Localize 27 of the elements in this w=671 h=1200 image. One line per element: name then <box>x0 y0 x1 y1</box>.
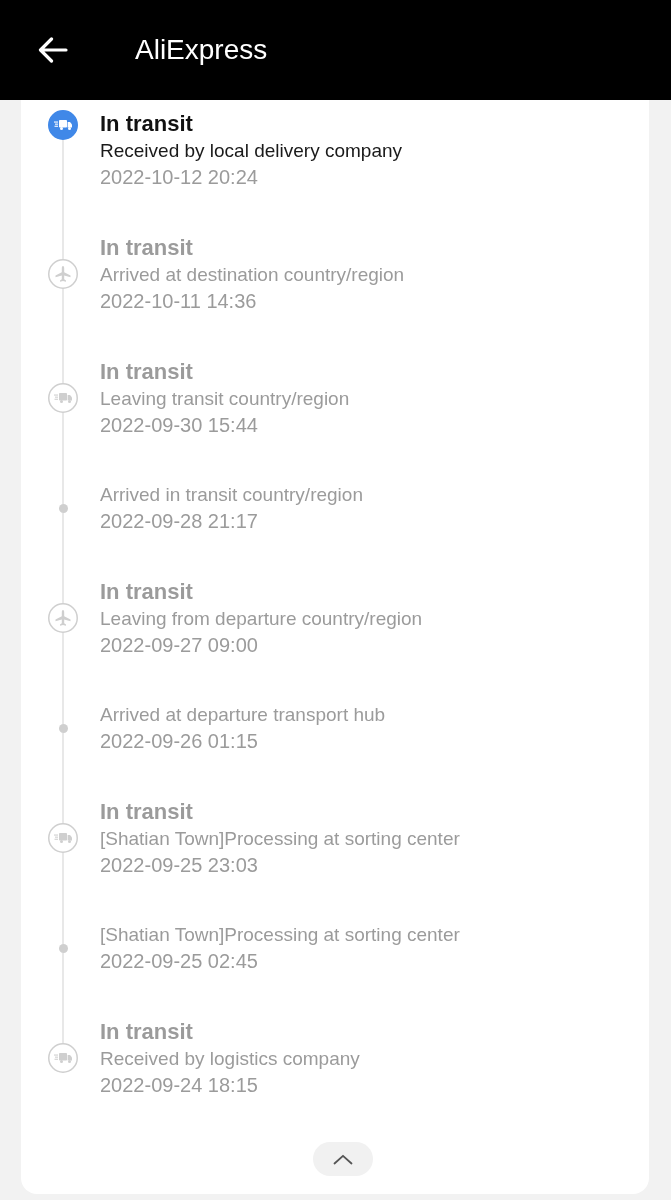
status-title: In transit <box>100 358 193 386</box>
event-description: Leaving from departure country/region <box>100 607 423 631</box>
collapse-button[interactable] <box>313 1142 373 1176</box>
event-time: 2022-09-26 01:15 <box>100 729 258 754</box>
event-description: Received by logistics company <box>100 1047 360 1071</box>
event-description: Arrived at departure transport hub <box>100 703 386 727</box>
event-time: 2022-09-25 02:45 <box>100 949 258 974</box>
event-time: 2022-09-27 09:00 <box>100 633 258 658</box>
status-title: In transit <box>100 110 193 138</box>
event-description: [Shatian Town]Processing at sorting center <box>100 827 460 851</box>
event-time: 2022-10-11 14:36 <box>100 289 257 314</box>
event-description: Arrived in transit country/region <box>100 483 363 507</box>
event-time: 2022-09-24 18:15 <box>100 1073 258 1098</box>
event-description: Received by local delivery company <box>100 139 403 163</box>
event-time: 2022-09-28 21:17 <box>100 509 258 534</box>
app-title: AliExpress <box>135 33 268 67</box>
status-title: In transit <box>100 1018 193 1046</box>
status-title: In transit <box>100 798 193 826</box>
status-title: In transit <box>100 578 193 606</box>
event-time: 2022-09-25 23:03 <box>100 853 258 878</box>
event-time: 2022-10-12 20:24 <box>100 165 258 190</box>
event-description: Arrived at destination country/region <box>100 263 405 287</box>
back-arrow-icon <box>38 37 68 63</box>
status-title: In transit <box>100 234 193 262</box>
event-description: Leaving transit country/region <box>100 387 350 411</box>
event-time: 2022-09-30 15:44 <box>100 413 258 438</box>
event-description: [Shatian Town]Processing at sorting center <box>100 923 460 947</box>
